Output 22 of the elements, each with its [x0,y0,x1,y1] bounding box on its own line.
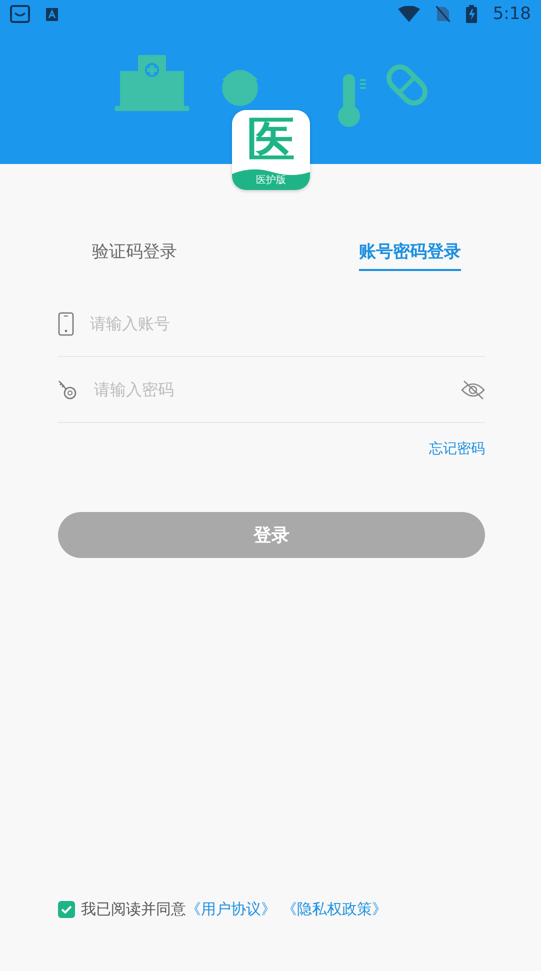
hospital-icon [115,55,189,111]
eye-slash-icon[interactable] [461,380,485,400]
forgot-password-link[interactable]: 忘记密码 [429,440,485,458]
thermometer-icon [338,74,367,127]
agreement-text: 我已阅读并同意 [81,900,186,919]
login-tab[interactable]: 验证码登录 [92,240,177,271]
clock-time: 5:18 [492,4,531,24]
account-field[interactable]: 请输入账号 [88,313,485,334]
password-field[interactable]: 请输入密码 [92,379,461,400]
app-logo: 医 医护版 [232,110,310,190]
login-tab[interactable]: 账号密码登录 [359,240,461,271]
no-sim-icon [436,6,450,22]
policy-link[interactable]: 《用户协议》 [186,900,276,919]
wifi-icon [398,6,420,22]
phone-icon [58,312,74,336]
keyboard-icon [46,8,58,20]
pill-icon [386,64,428,106]
policy-link[interactable]: 《隐私权政策》 [282,900,387,919]
checkbox[interactable] [58,901,75,918]
key-icon [58,378,78,400]
battery-icon [466,5,477,23]
store-icon [10,5,30,23]
